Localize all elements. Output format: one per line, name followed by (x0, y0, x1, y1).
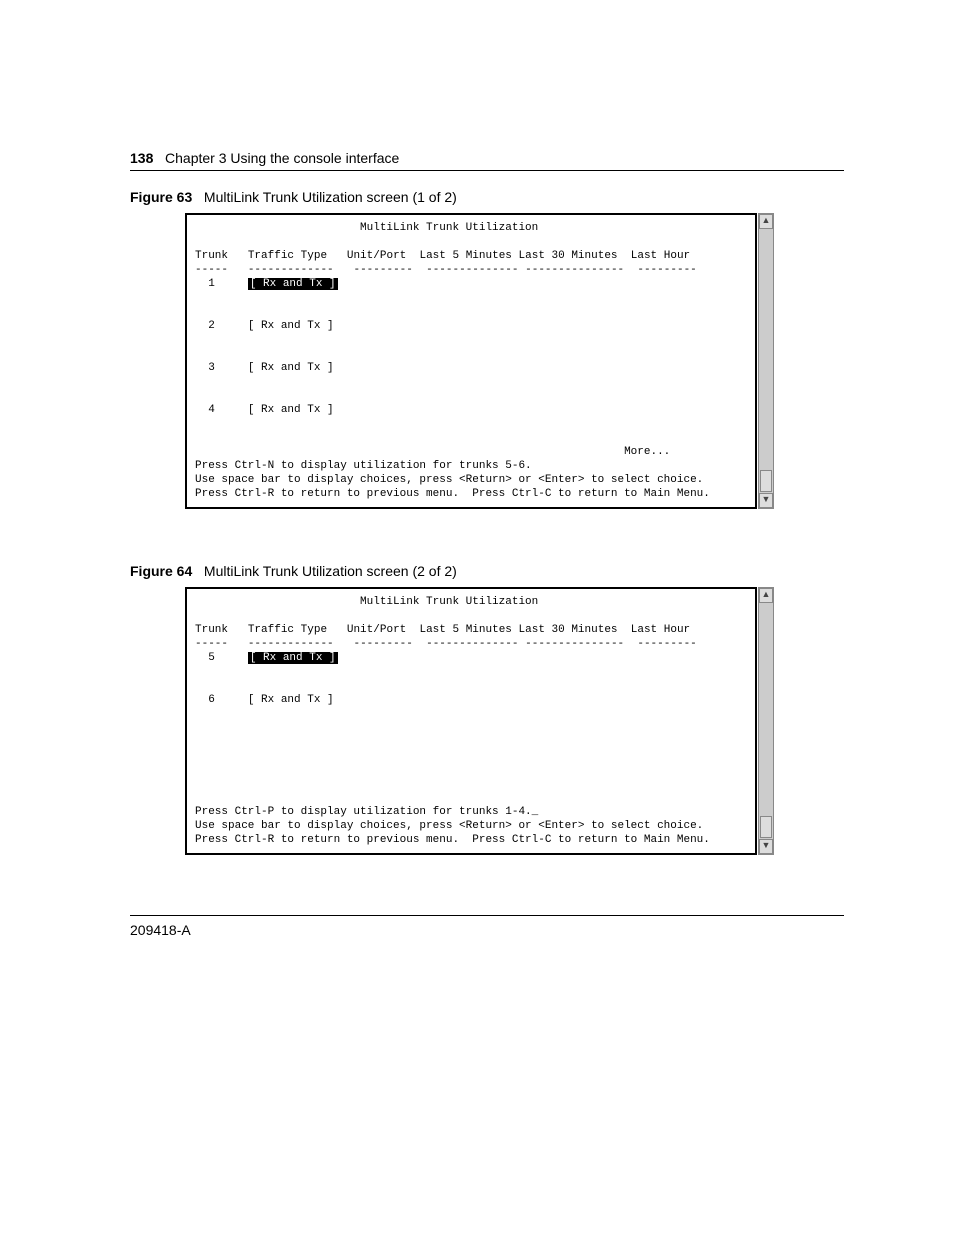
table-separator: ----- ------------- --------- ----------… (195, 638, 697, 650)
console-title: MultiLink Trunk Utilization (195, 596, 538, 608)
traffic-type[interactable]: [ Rx and Tx ] (248, 404, 334, 416)
figure-63-caption: Figure 63 MultiLink Trunk Utilization sc… (130, 189, 844, 205)
footer-rule (130, 915, 844, 916)
scrollbar-thumb[interactable] (760, 470, 772, 492)
table-row: 2 [ Rx and Tx ] (195, 320, 334, 332)
traffic-type[interactable]: [ Rx and Tx ] (248, 320, 334, 332)
figure-64-console: MultiLink Trunk Utilization Trunk Traffi… (185, 587, 771, 855)
console-frame-1: MultiLink Trunk Utilization Trunk Traffi… (185, 213, 757, 509)
traffic-type[interactable]: [ Rx and Tx ] (248, 362, 334, 374)
table-row: 3 [ Rx and Tx ] (195, 362, 334, 374)
traffic-type-selected[interactable]: [ Rx and Tx ] (248, 278, 338, 290)
console-title: MultiLink Trunk Utilization (195, 222, 538, 234)
table-header: Trunk Traffic Type Unit/Port Last 5 Minu… (195, 624, 690, 636)
traffic-type[interactable]: [ Rx and Tx ] (248, 694, 334, 706)
header-rule (130, 170, 844, 171)
scrollbar[interactable]: ▲ ▼ (758, 213, 774, 509)
help-line: Press Ctrl-R to return to previous menu.… (195, 488, 710, 500)
scroll-down-icon[interactable]: ▼ (759, 839, 773, 854)
help-line: Press Ctrl-N to display utilization for … (195, 460, 532, 472)
help-line: Press Ctrl-R to return to previous menu.… (195, 834, 710, 846)
table-header: Trunk Traffic Type Unit/Port Last 5 Minu… (195, 250, 690, 262)
table-row: 4 [ Rx and Tx ] (195, 404, 334, 416)
scrollbar-thumb[interactable] (760, 816, 772, 838)
running-header: 138 Chapter 3 Using the console interfac… (130, 150, 844, 166)
page-footer: 209418-A (130, 915, 844, 938)
figure-63-caption-text: MultiLink Trunk Utilization screen (1 of… (204, 189, 457, 205)
table-row: 6 [ Rx and Tx ] (195, 694, 334, 706)
scroll-down-icon[interactable]: ▼ (759, 493, 773, 508)
page: 138 Chapter 3 Using the console interfac… (0, 0, 954, 998)
figure-64-caption: Figure 64 MultiLink Trunk Utilization sc… (130, 563, 844, 579)
scroll-up-icon[interactable]: ▲ (759, 588, 773, 603)
figure-64-label: Figure 64 (130, 563, 192, 579)
scroll-up-icon[interactable]: ▲ (759, 214, 773, 229)
traffic-type-selected[interactable]: [ Rx and Tx ] (248, 652, 338, 664)
help-line: Use space bar to display choices, press … (195, 474, 703, 486)
figure-63-console: MultiLink Trunk Utilization Trunk Traffi… (185, 213, 771, 509)
more-indicator: More... (195, 446, 670, 458)
doc-number: 209418-A (130, 922, 844, 938)
help-line: Use space bar to display choices, press … (195, 820, 703, 832)
table-row: 1 [ Rx and Tx ] (195, 278, 338, 290)
table-separator: ----- ------------- --------- ----------… (195, 264, 697, 276)
table-row: 5 [ Rx and Tx ] (195, 652, 338, 664)
figure-64-caption-text: MultiLink Trunk Utilization screen (2 of… (204, 563, 457, 579)
chapter-title: Chapter 3 Using the console interface (165, 150, 399, 166)
page-number: 138 (130, 150, 153, 166)
console-frame-2: MultiLink Trunk Utilization Trunk Traffi… (185, 587, 757, 855)
help-line: Press Ctrl-P to display utilization for … (195, 806, 538, 818)
figure-63-label: Figure 63 (130, 189, 192, 205)
scrollbar[interactable]: ▲ ▼ (758, 587, 774, 855)
